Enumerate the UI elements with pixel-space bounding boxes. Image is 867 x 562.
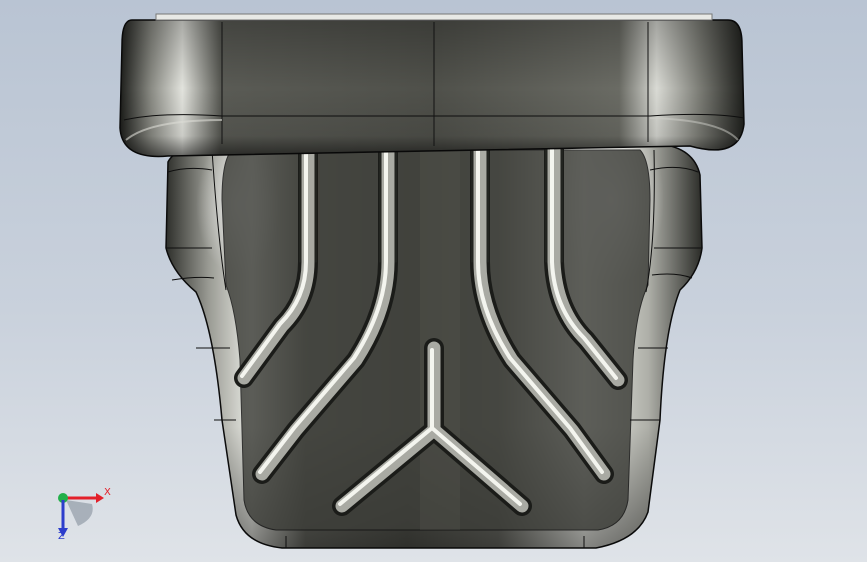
model-view[interactable] bbox=[0, 0, 867, 562]
top-cap[interactable] bbox=[119, 13, 745, 158]
z-axis-label: Z bbox=[58, 531, 65, 542]
graphics-viewport[interactable]: X Z bbox=[0, 0, 867, 562]
x-axis-label: X bbox=[104, 487, 111, 498]
triad-shadow bbox=[66, 500, 93, 526]
